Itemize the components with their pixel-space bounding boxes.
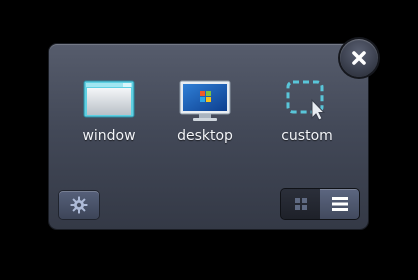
close-button[interactable] <box>340 39 378 77</box>
mode-custom-label: custom <box>281 128 333 144</box>
mode-custom-button[interactable]: custom <box>267 80 347 144</box>
window-icon <box>82 80 136 124</box>
desktop-monitor-icon <box>178 80 232 124</box>
screen: window desktop custom <box>0 0 418 280</box>
mode-desktop-button[interactable]: desktop <box>165 80 245 144</box>
mode-window-button[interactable]: window <box>69 80 149 144</box>
grid-view-icon <box>294 198 307 210</box>
custom-region-cursor-icon <box>280 80 334 124</box>
list-view-icon <box>331 197 348 211</box>
close-icon <box>352 51 366 65</box>
grid-view-button[interactable] <box>281 189 320 219</box>
mode-window-label: window <box>82 128 136 144</box>
settings-button[interactable] <box>59 191 99 219</box>
list-view-button[interactable] <box>320 189 359 219</box>
mode-desktop-label: desktop <box>177 128 233 144</box>
gear-icon <box>70 196 88 214</box>
view-toggle <box>281 189 359 219</box>
